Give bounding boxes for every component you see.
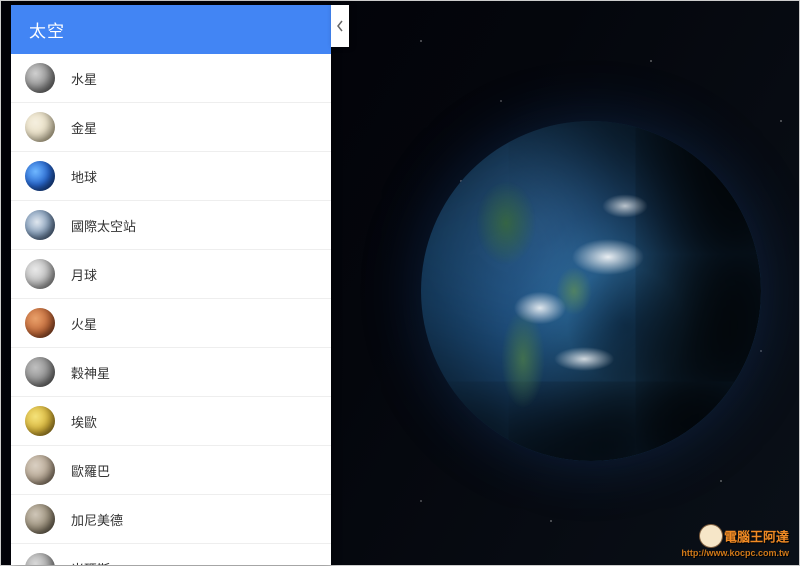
sidebar-title: 太空 xyxy=(11,5,331,54)
sidebar-item-label: 歐羅巴 xyxy=(71,461,110,480)
planet-thumb-icon xyxy=(25,553,55,565)
planet-thumb-icon xyxy=(25,406,55,436)
planet-thumb-icon xyxy=(25,161,55,191)
planet-thumb-icon xyxy=(25,455,55,485)
sidebar-item-8[interactable]: 歐羅巴 xyxy=(11,446,331,495)
chevron-left-icon xyxy=(336,20,344,32)
sidebar-item-label: 加尼美德 xyxy=(71,510,123,529)
sidebar-item-0[interactable]: 水星 xyxy=(11,54,331,103)
sidebar-item-1[interactable]: 金星 xyxy=(11,103,331,152)
planet-thumb-icon xyxy=(25,63,55,93)
planet-thumb-icon xyxy=(25,504,55,534)
watermark-text: 電腦王阿達 xyxy=(724,530,789,545)
sidebar-item-label: 月球 xyxy=(71,265,97,284)
sidebar-item-3[interactable]: 國際太空站 xyxy=(11,201,331,250)
collapse-sidebar-button[interactable] xyxy=(331,5,349,47)
sidebar-item-label: 穀神星 xyxy=(71,363,110,382)
sidebar: 太空 水星金星地球國際太空站月球火星穀神星埃歐歐羅巴加尼美德米瑪斯 xyxy=(11,5,331,565)
sidebar-item-9[interactable]: 加尼美德 xyxy=(11,495,331,544)
planet-list[interactable]: 水星金星地球國際太空站月球火星穀神星埃歐歐羅巴加尼美德米瑪斯 xyxy=(11,54,331,565)
sidebar-item-4[interactable]: 月球 xyxy=(11,250,331,299)
planet-thumb-icon xyxy=(25,112,55,142)
watermark-avatar-icon xyxy=(700,525,722,547)
sidebar-item-label: 水星 xyxy=(71,69,97,88)
watermark-url: http://www.kocpc.com.tw xyxy=(681,549,789,559)
sidebar-item-2[interactable]: 地球 xyxy=(11,152,331,201)
sidebar-item-label: 火星 xyxy=(71,314,97,333)
planet-thumb-icon xyxy=(25,308,55,338)
planet-thumb-icon xyxy=(25,210,55,240)
app-frame: 太空 水星金星地球國際太空站月球火星穀神星埃歐歐羅巴加尼美德米瑪斯 電腦王阿達 … xyxy=(0,0,800,566)
sidebar-item-label: 米瑪斯 xyxy=(71,559,110,566)
planet-thumb-icon xyxy=(25,259,55,289)
sidebar-item-label: 地球 xyxy=(71,167,97,186)
sidebar-item-label: 金星 xyxy=(71,118,97,137)
sidebar-item-10[interactable]: 米瑪斯 xyxy=(11,544,331,565)
watermark: 電腦王阿達 http://www.kocpc.com.tw xyxy=(681,527,789,559)
planet-thumb-icon xyxy=(25,357,55,387)
sidebar-item-7[interactable]: 埃歐 xyxy=(11,397,331,446)
sidebar-item-5[interactable]: 火星 xyxy=(11,299,331,348)
sidebar-item-label: 埃歐 xyxy=(71,412,97,431)
sidebar-item-label: 國際太空站 xyxy=(71,216,136,235)
earth-globe[interactable] xyxy=(421,121,761,461)
sidebar-item-6[interactable]: 穀神星 xyxy=(11,348,331,397)
